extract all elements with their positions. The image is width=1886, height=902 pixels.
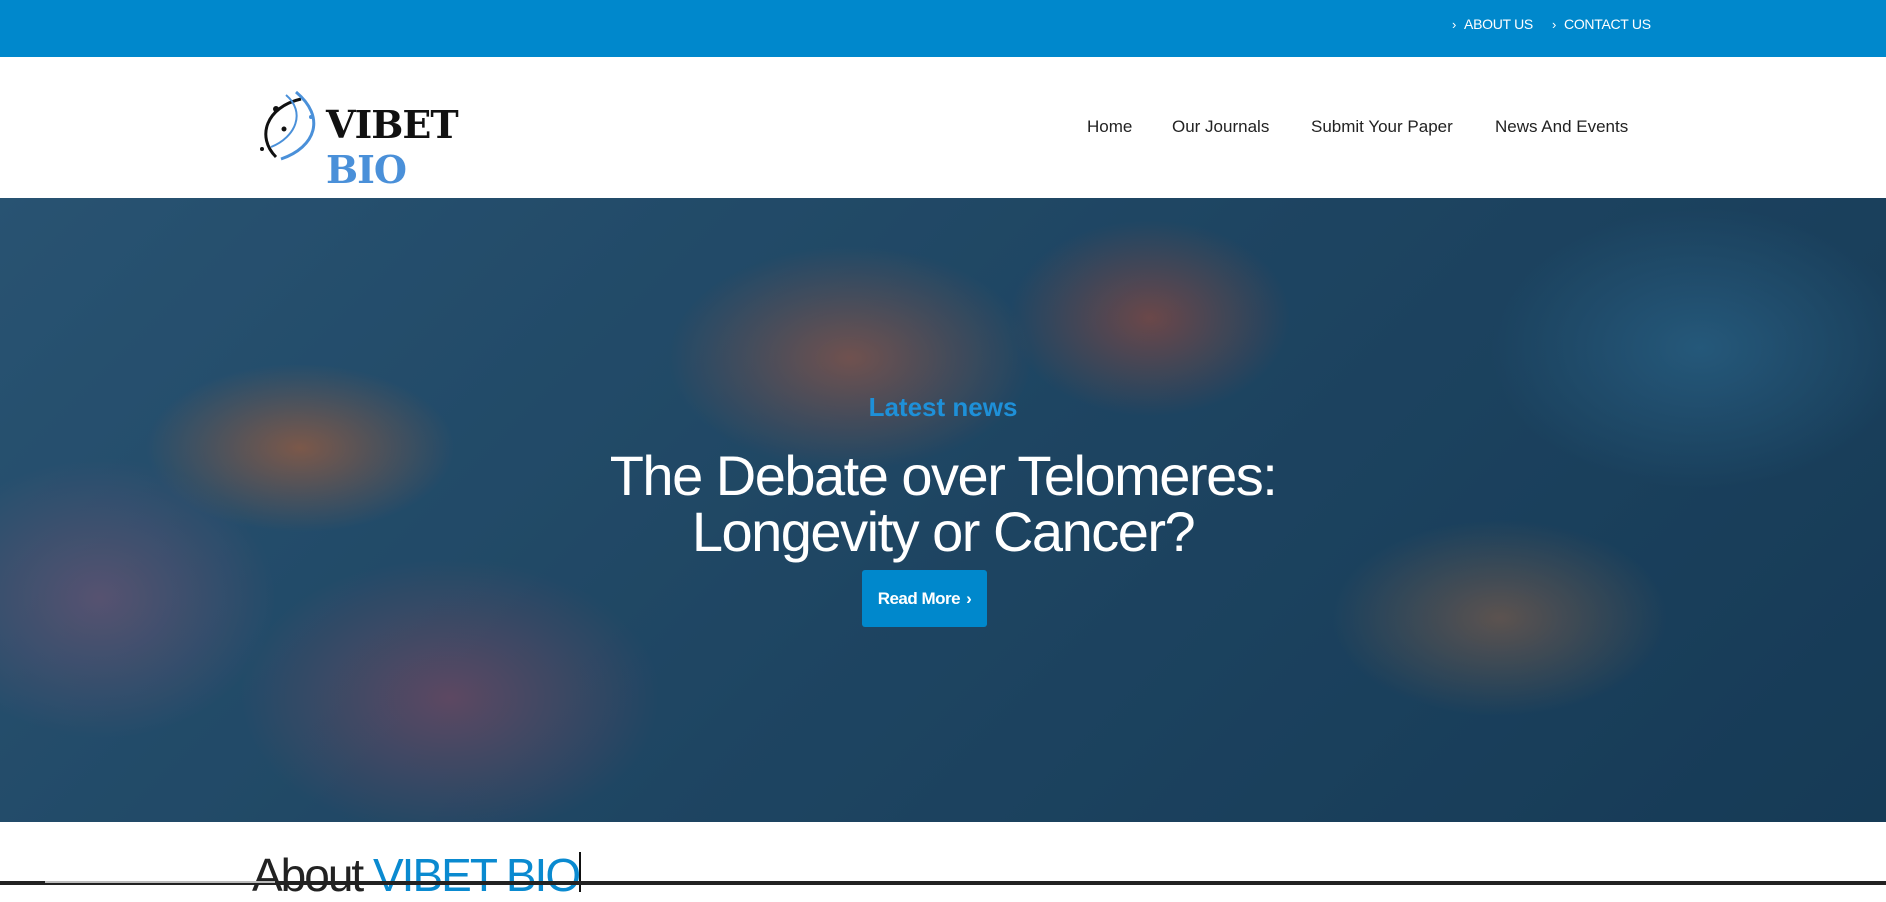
dna-logo-icon <box>260 90 316 161</box>
chevron-right-icon: › <box>1552 17 1557 32</box>
top-bar: › ABOUT US › CONTACT US <box>0 0 1886 57</box>
text-cursor <box>579 852 582 892</box>
about-heading: About VIBET BIO <box>252 849 582 901</box>
logo-text: VIBET BIO <box>326 102 459 192</box>
site-header: VIBET BIO Home Our Journals Submit Your … <box>0 57 1886 198</box>
logo[interactable]: VIBET BIO <box>256 87 518 192</box>
read-more-button[interactable]: Read More › <box>862 570 987 627</box>
nav-our-journals[interactable]: Our Journals <box>1172 117 1269 137</box>
nav-home[interactable]: Home <box>1087 117 1132 137</box>
chevron-right-icon: › <box>966 588 972 608</box>
hero-banner: Latest news The Debate over Telomeres: Lo… <box>0 198 1886 822</box>
contact-us-link[interactable]: › CONTACT US <box>1552 16 1651 32</box>
read-more-label: Read More <box>877 588 961 608</box>
contact-us-label: CONTACT US <box>1564 16 1651 32</box>
about-us-label: ABOUT US <box>1464 16 1533 32</box>
chevron-right-icon: › <box>1452 17 1457 32</box>
about-us-link[interactable]: › ABOUT US <box>1452 16 1533 32</box>
bottom-divider <box>0 881 1886 885</box>
hero-title: The Debate over Telomeres: Longevity or C… <box>609 444 1278 563</box>
nav-submit-your-paper[interactable]: Submit Your Paper <box>1311 117 1453 137</box>
nav-news-and-events[interactable]: News And Events <box>1495 117 1628 137</box>
hero-kicker: Latest news <box>868 392 1018 422</box>
